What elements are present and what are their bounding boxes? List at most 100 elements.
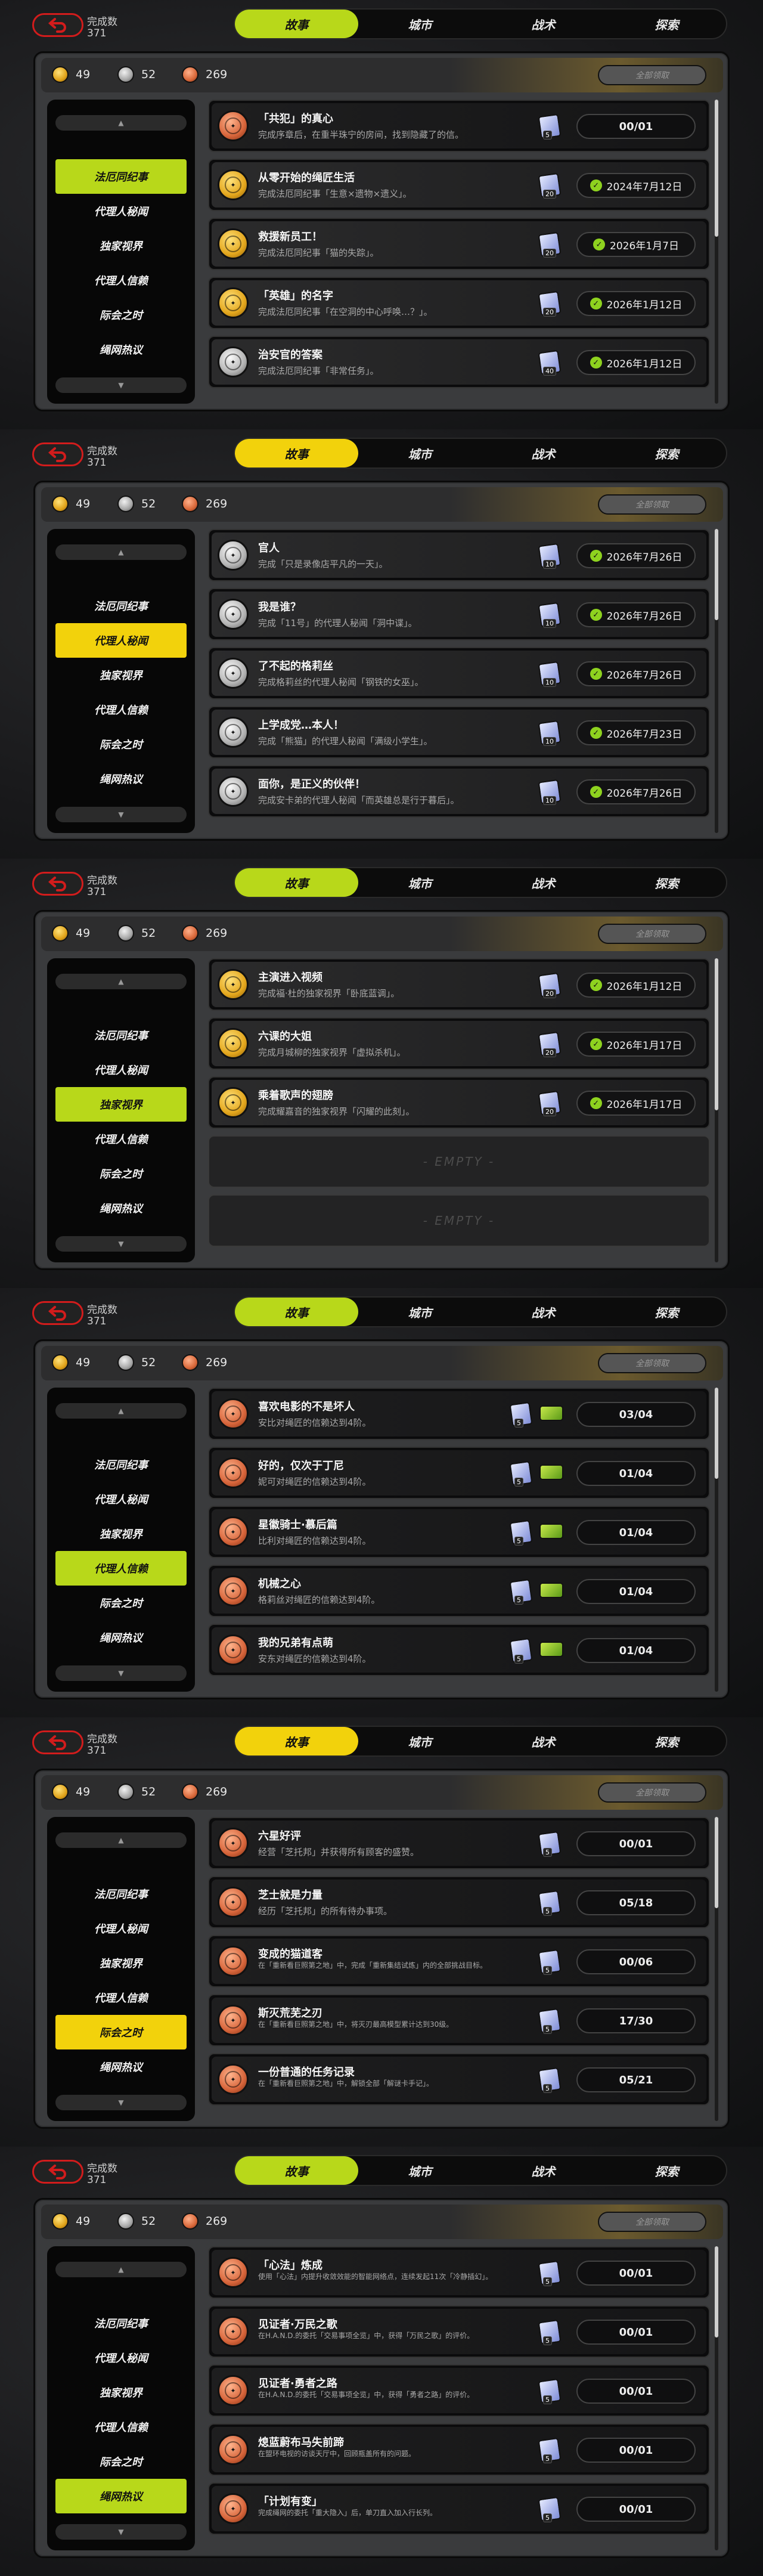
list-scrollbar[interactable] <box>715 1388 718 1692</box>
sidebar-item-agent-trust[interactable]: 代理人信赖 <box>55 692 187 727</box>
list-scrollbar[interactable] <box>715 958 718 1262</box>
sidebar-item-agent-stories[interactable]: 代理人秘闻 <box>55 623 187 658</box>
reward-polychrome-icon[interactable]: 20 <box>536 231 563 258</box>
reward-polychrome-icon[interactable]: 20 <box>536 971 563 999</box>
sidebar-item-agent-trust[interactable]: 代理人信赖 <box>55 2410 187 2444</box>
scroll-up-button[interactable]: ▲ <box>55 1832 187 1848</box>
achievement-row[interactable]: ✦ 主演进入视频 完成福·杜的独家视界「卧底蓝调」。 20 ✓ 2026年1月12日 <box>208 958 710 1011</box>
tab-city[interactable]: 城市 <box>358 439 482 467</box>
sidebar-item-encounter-time[interactable]: 际会之时 <box>55 2444 187 2479</box>
sidebar-item-agent-stories[interactable]: 代理人秘闻 <box>55 1482 187 1516</box>
sidebar-item-exclusive-vision[interactable]: 独家视界 <box>55 228 187 263</box>
claim-all-button[interactable]: 全部领取 <box>598 2212 706 2232</box>
reward-polychrome-icon[interactable]: 5 <box>536 2318 563 2346</box>
sidebar-item-inter-knot-topics[interactable]: 绳网热议 <box>55 332 187 367</box>
sidebar-item-inter-knot-topics[interactable]: 绳网热议 <box>55 1620 187 1655</box>
achievement-row[interactable]: ✦ 一份普通的任务记录 在「重新看巨照第之地」中，解锁全部「解谜卡手记」。 5 05/2… <box>208 2053 710 2106</box>
reward-polychrome-icon[interactable]: 5 <box>507 1637 535 1664</box>
reward-polychrome-icon[interactable]: 5 <box>536 113 563 140</box>
sidebar-item-encounter-time[interactable]: 际会之时 <box>55 2015 187 2049</box>
reward-ticket-icon[interactable] <box>539 1583 563 1598</box>
list-scrollbar[interactable] <box>715 2246 718 2550</box>
achievement-row[interactable]: ✦ 官人 完成「只是录像店平凡的一天」。 10 ✓ 2026年7月26日 <box>208 529 710 581</box>
sidebar-item-agent-stories[interactable]: 代理人秘闻 <box>55 1911 187 1946</box>
claim-all-button[interactable]: 全部领取 <box>598 494 706 515</box>
reward-polychrome-icon[interactable]: 10 <box>536 778 563 806</box>
achievement-row[interactable]: ✦ 好的，仅次于丁尼 妮可对绳匠的信赖达到4阶。 5 01/04 <box>208 1447 710 1499</box>
tab-city[interactable]: 城市 <box>358 868 482 897</box>
achievement-row[interactable]: ✦ 见证者·勇者之路 在H.A.N.D.的委托「交易事项全览」中，获得「勇者之路」的… <box>208 2364 710 2417</box>
reward-polychrome-icon[interactable]: 10 <box>536 601 563 628</box>
achievement-row[interactable]: ✦ 六课的大姐 完成月城柳的独家视界「虚拟杀机」。 20 ✓ 2026年1月17日 <box>208 1017 710 1070</box>
scroll-up-button[interactable]: ▲ <box>55 544 187 560</box>
sidebar-item-inter-knot-topics[interactable]: 绳网热议 <box>55 761 187 796</box>
achievement-row[interactable]: ✦ 从零开始的绳匠生活 完成法厄同纪事「生意×遗物×遗义」。 20 ✓ 2024年7月12… <box>208 159 710 211</box>
reward-polychrome-icon[interactable]: 5 <box>536 1830 563 1857</box>
reward-polychrome-icon[interactable]: 5 <box>536 2259 563 2287</box>
back-button[interactable] <box>32 13 83 37</box>
achievement-row[interactable]: ✦ 救援新员工！ 完成法厄同纪事「猫的失踪」。 20 ✓ 2026年1月7日 <box>208 218 710 270</box>
tab-tactics[interactable]: 战术 <box>482 868 605 897</box>
sidebar-item-inter-knot-topics[interactable]: 绳网热议 <box>55 2479 187 2513</box>
reward-polychrome-icon[interactable]: 5 <box>536 2066 563 2094</box>
scrollbar-thumb[interactable] <box>715 1388 718 1479</box>
sidebar-item-encounter-time[interactable]: 际会之时 <box>55 298 187 332</box>
achievement-row[interactable]: ✦ 我是谁？ 完成「11号」的代理人秘闻「洞中谍」。 10 ✓ 2026年7月26日 <box>208 588 710 640</box>
achievement-row[interactable]: ✦ 乘着歌声的翅膀 完成耀嘉音的独家视界「闪耀的此刻」。 20 ✓ 2026年1月17日 <box>208 1076 710 1129</box>
reward-polychrome-icon[interactable]: 5 <box>536 2007 563 2035</box>
sidebar-item-agent-trust[interactable]: 代理人信赖 <box>55 1551 187 1586</box>
reward-polychrome-icon[interactable]: 20 <box>536 290 563 317</box>
scroll-down-button[interactable]: ▼ <box>55 807 187 822</box>
scrollbar-thumb[interactable] <box>715 2246 718 2337</box>
achievement-row[interactable]: ✦ 机械之心 格莉丝对绳匠的信赖达到4阶。 5 01/04 <box>208 1565 710 1617</box>
claim-all-button[interactable]: 全部领取 <box>598 1782 706 1803</box>
sidebar-item-agent-stories[interactable]: 代理人秘闻 <box>55 2340 187 2375</box>
achievement-row[interactable]: ✦ 变成的猫道客 在「重新看巨照第之地」中，完成「重新集结试炼」内的全部挑战目标。 5… <box>208 1935 710 1987</box>
sidebar-item-agent-stories[interactable]: 代理人秘闻 <box>55 1052 187 1087</box>
reward-polychrome-icon[interactable]: 20 <box>536 1030 563 1058</box>
reward-polychrome-icon[interactable]: 5 <box>536 1948 563 1976</box>
tab-tactics[interactable]: 战术 <box>482 439 605 467</box>
reward-polychrome-icon[interactable]: 20 <box>536 1089 563 1117</box>
list-scrollbar[interactable] <box>715 529 718 833</box>
tab-tactics[interactable]: 战术 <box>482 1298 605 1326</box>
back-button[interactable] <box>32 1301 83 1325</box>
achievement-row[interactable]: ✦ 见证者·万民之歌 在H.A.N.D.的委托「交易事项全览」中，获得「万民之歌」的… <box>208 2305 710 2358</box>
reward-polychrome-icon[interactable]: 5 <box>536 1889 563 1916</box>
tab-story[interactable]: 故事 <box>235 10 358 38</box>
tab-story[interactable]: 故事 <box>235 2156 358 2185</box>
sidebar-item-exclusive-vision[interactable]: 独家视界 <box>55 1946 187 1980</box>
tab-explore[interactable]: 探索 <box>605 439 728 467</box>
sidebar-item-exclusive-vision[interactable]: 独家视界 <box>55 1516 187 1551</box>
achievement-row[interactable]: ✦ 我的兄弟有点萌 安东对绳匠的信赖达到4阶。 5 01/04 <box>208 1624 710 1676</box>
sidebar-item-agent-trust[interactable]: 代理人信赖 <box>55 1122 187 1156</box>
tab-explore[interactable]: 探索 <box>605 868 728 897</box>
achievement-row[interactable]: ✦ 熄蓝蔚布马失前蹄 在盟环电视的访谈天厅中，回顾瓶盖所有的问题。 5 00/01 <box>208 2423 710 2476</box>
reward-polychrome-icon[interactable]: 10 <box>536 660 563 688</box>
tab-city[interactable]: 城市 <box>358 2156 482 2185</box>
reward-polychrome-icon[interactable]: 5 <box>507 1519 535 1546</box>
scroll-up-button[interactable]: ▲ <box>55 2262 187 2277</box>
reward-polychrome-icon[interactable]: 5 <box>536 2496 563 2523</box>
achievement-row[interactable]: ✦ 斯灭荒芜之刃 在「重新看巨照第之地」中，将灭刃最高模型累计达到30级。 5 17/3… <box>208 1994 710 2046</box>
sidebar-item-agent-stories[interactable]: 代理人秘闻 <box>55 194 187 228</box>
achievement-row[interactable]: ✦ 喜欢电影的不是坏人 安比对绳匠的信赖达到4阶。 5 03/04 <box>208 1388 710 1440</box>
reward-polychrome-icon[interactable]: 5 <box>507 1578 535 1605</box>
scroll-up-button[interactable]: ▲ <box>55 974 187 989</box>
reward-ticket-icon[interactable] <box>539 1465 563 1480</box>
tab-story[interactable]: 故事 <box>235 1727 358 1755</box>
achievement-row[interactable]: ✦ 「心法」炼成 使用「心法」内提升收敛效能的智能网络点，连续发起11次「冷静插幻」… <box>208 2246 710 2299</box>
sidebar-item-encounter-time[interactable]: 际会之时 <box>55 1156 187 1191</box>
tab-story[interactable]: 故事 <box>235 1298 358 1326</box>
claim-all-button[interactable]: 全部领取 <box>598 65 706 85</box>
scroll-down-button[interactable]: ▼ <box>55 1236 187 1252</box>
scroll-down-button[interactable]: ▼ <box>55 2524 187 2540</box>
sidebar-item-phaethon-chronicle[interactable]: 法厄同纪事 <box>55 1447 187 1482</box>
reward-polychrome-icon[interactable]: 5 <box>536 2436 563 2464</box>
tab-explore[interactable]: 探索 <box>605 1298 728 1326</box>
reward-ticket-icon[interactable] <box>539 1642 563 1657</box>
achievement-row[interactable]: ✦ 「计划有变」 完成绳网的委托「重大隐入」后，单刀直入加入行长列。 5 00/01 <box>208 2482 710 2535</box>
sidebar-item-encounter-time[interactable]: 际会之时 <box>55 727 187 761</box>
achievement-row[interactable]: ✦ 六星好评 经营「芝托邦」并获得所有顾客的盛赞。 5 00/01 <box>208 1817 710 1869</box>
sidebar-item-phaethon-chronicle[interactable]: 法厄同纪事 <box>55 159 187 194</box>
